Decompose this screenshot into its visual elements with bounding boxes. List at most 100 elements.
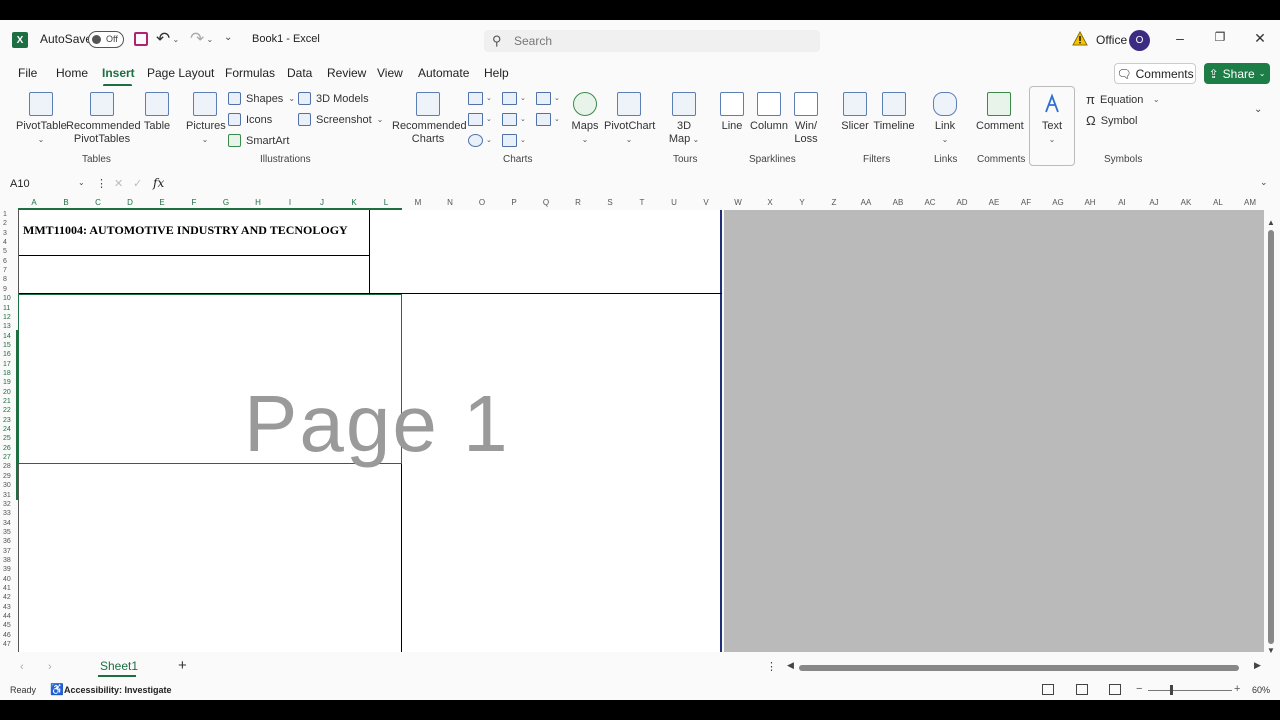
zoom-in-icon[interactable]: + (1234, 683, 1240, 695)
row-header[interactable]: 6 (3, 257, 7, 266)
shapes-button[interactable]: Shapes ⌄ (228, 92, 295, 105)
row-header[interactable]: 1 (3, 210, 7, 219)
text-button[interactable]: Text ⌄ (1034, 92, 1070, 146)
hierarchy-chart-chevron-icon[interactable]: ⌄ (520, 94, 526, 102)
column-header[interactable]: F (178, 198, 210, 207)
tab-help[interactable]: Help (484, 66, 509, 80)
enter-formula-icon[interactable]: ✓ (133, 177, 142, 190)
autosave-toggle[interactable]: Off (88, 31, 124, 48)
recommended-charts-button[interactable]: Recommended Charts (392, 92, 467, 146)
previous-sheet-icon[interactable]: ‹ (20, 661, 24, 673)
row-header[interactable]: 21 (3, 397, 11, 406)
maps-button[interactable]: Maps ⌄ (570, 92, 600, 146)
next-sheet-icon[interactable]: › (48, 661, 52, 673)
line-chart-icon[interactable] (468, 113, 483, 126)
column-chart-icon[interactable] (468, 92, 483, 105)
sparkline-line-button[interactable]: Line (718, 92, 746, 133)
row-header[interactable]: 43 (3, 603, 11, 612)
column-header[interactable]: U (658, 198, 690, 207)
scroll-up-icon[interactable]: ▲ (1267, 218, 1275, 227)
scroll-right-icon[interactable]: ▶ (1254, 660, 1261, 671)
combo-chart-icon[interactable] (536, 113, 551, 126)
name-box[interactable]: A10 (10, 178, 30, 190)
row-header[interactable]: 40 (3, 575, 11, 584)
row-header[interactable]: 26 (3, 444, 11, 453)
column-header[interactable]: P (498, 198, 530, 207)
document-heading[interactable]: MMT11004: AUTOMOTIVE INDUSTRY AND TECNOL… (23, 223, 348, 238)
row-header[interactable]: 32 (3, 500, 11, 509)
scatter-chart-chevron-icon[interactable]: ⌄ (520, 136, 526, 144)
tab-view[interactable]: View (377, 66, 403, 80)
name-box-chevron-icon[interactable]: ⌄ (78, 178, 85, 187)
row-header[interactable]: 2 (3, 219, 7, 228)
link-button[interactable]: Link ⌄ (930, 92, 960, 146)
pictures-button[interactable]: Pictures ⌄ (186, 92, 226, 146)
sheet-options-icon[interactable]: ⋮ (766, 660, 777, 673)
insert-function-icon[interactable]: fx (153, 176, 164, 190)
column-header[interactable]: AA (850, 198, 882, 207)
comments-button[interactable]: 🗨 Comments (1114, 63, 1196, 84)
column-header[interactable]: AM (1234, 198, 1266, 207)
row-header[interactable]: 24 (3, 425, 11, 434)
zoom-slider-thumb[interactable] (1170, 685, 1173, 695)
3d-models-button[interactable]: 3D Models (298, 92, 369, 105)
row-header[interactable]: 14 (3, 332, 11, 341)
tab-file[interactable]: File (18, 66, 37, 80)
row-header[interactable]: 10 (3, 294, 11, 303)
pie-chart-chevron-icon[interactable]: ⌄ (486, 136, 492, 144)
normal-view-icon[interactable] (1042, 684, 1054, 695)
tab-formulas[interactable]: Formulas (225, 66, 275, 80)
row-header[interactable]: 41 (3, 584, 11, 593)
row-header[interactable]: 7 (3, 266, 7, 275)
column-header[interactable]: Y (786, 198, 818, 207)
row-header[interactable]: 18 (3, 369, 11, 378)
screenshot-button[interactable]: Screenshot ⌄ (298, 113, 383, 126)
row-header[interactable]: 15 (3, 341, 11, 350)
share-button[interactable]: ⇪ Share ⌄ (1204, 63, 1270, 84)
column-header[interactable]: J (306, 198, 338, 207)
sparkline-winloss-button[interactable]: Win/ Loss (792, 92, 820, 146)
cancel-formula-icon[interactable]: ✕ (114, 177, 123, 190)
row-header[interactable]: 3 (3, 229, 7, 238)
tab-insert[interactable]: Insert (102, 66, 135, 80)
hierarchy-chart-icon[interactable] (502, 92, 517, 105)
add-sheet-icon[interactable]: + (178, 657, 187, 674)
column-header[interactable]: E (146, 198, 178, 207)
symbol-button[interactable]: Ω Symbol (1086, 113, 1137, 128)
column-header[interactable]: B (50, 198, 82, 207)
accessibility-icon[interactable]: ♿ (50, 683, 64, 696)
row-header[interactable]: 23 (3, 416, 11, 425)
row-header[interactable]: 16 (3, 350, 11, 359)
zoom-level[interactable]: 60% (1252, 685, 1270, 695)
avatar[interactable]: O (1129, 30, 1150, 51)
page-layout-sheet[interactable]: MMT11004: AUTOMOTIVE INDUSTRY AND TECNOL… (18, 210, 722, 652)
column-header[interactable]: O (466, 198, 498, 207)
row-header[interactable]: 20 (3, 388, 11, 397)
tab-automate[interactable]: Automate (418, 66, 469, 80)
accessibility-status[interactable]: Accessibility: Investigate (64, 685, 172, 695)
column-header[interactable]: L (370, 198, 402, 207)
row-header[interactable]: 38 (3, 556, 11, 565)
minimize-icon[interactable]: – (1170, 30, 1190, 46)
row-header[interactable]: 17 (3, 360, 11, 369)
collapse-ribbon-icon[interactable]: ⌄ (1254, 104, 1262, 115)
column-header[interactable]: S (594, 198, 626, 207)
row-header[interactable]: 27 (3, 453, 11, 462)
column-header[interactable]: G (210, 198, 242, 207)
row-header[interactable]: 25 (3, 434, 11, 443)
undo-chevron-icon[interactable]: ⌄ (170, 35, 179, 44)
column-header[interactable]: R (562, 198, 594, 207)
smartart-button[interactable]: SmartArt (228, 134, 289, 147)
column-header[interactable]: D (114, 198, 146, 207)
pivotchart-button[interactable]: PivotChart ⌄ (604, 92, 655, 146)
column-header[interactable]: H (242, 198, 274, 207)
combo-chart-chevron-icon[interactable]: ⌄ (554, 115, 560, 123)
column-header[interactable]: C (82, 198, 114, 207)
column-header[interactable]: AG (1042, 198, 1074, 207)
row-header[interactable]: 19 (3, 378, 11, 387)
warning-icon[interactable] (1072, 31, 1088, 46)
column-header[interactable]: AF (1010, 198, 1042, 207)
formula-input[interactable] (180, 177, 1240, 193)
row-header[interactable]: 31 (3, 491, 11, 500)
page-break-preview-icon[interactable] (1109, 684, 1121, 695)
